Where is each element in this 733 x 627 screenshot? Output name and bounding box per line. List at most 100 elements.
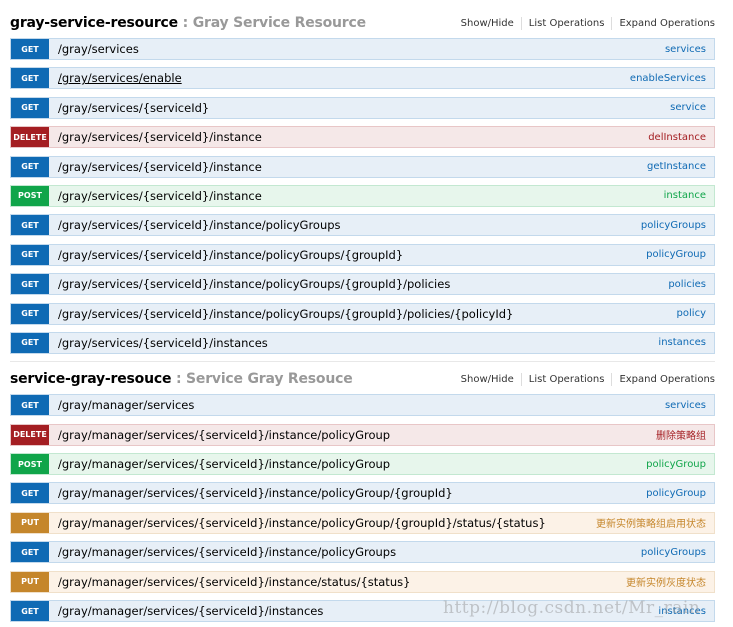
operation-row-get[interactable]: GET/gray/manager/services services <box>10 394 715 417</box>
operation-nickname[interactable]: instances <box>658 333 714 353</box>
http-method-badge[interactable]: POST <box>11 185 49 206</box>
operation-path-text[interactable]: /gray/manager/services/{serviceId}/insta… <box>58 545 396 559</box>
operation-path[interactable]: /gray/services/{serviceId}/instances <box>49 333 658 353</box>
operation-path-text[interactable]: /gray/services/{serviceId}/instance/poli… <box>58 248 403 262</box>
operation-nickname[interactable]: instances <box>658 601 714 621</box>
operation-path[interactable]: /gray/services/{serviceId}/instance <box>49 157 647 177</box>
operation-nickname[interactable]: policyGroup <box>646 454 714 474</box>
operation-row-put[interactable]: PUT/gray/manager/services/{serviceId}/in… <box>10 570 715 593</box>
http-method-badge[interactable]: POST <box>11 454 49 475</box>
operation-path-text[interactable]: /gray/manager/services/{serviceId}/insta… <box>58 486 453 500</box>
operation-row-put[interactable]: PUT/gray/manager/services/{serviceId}/in… <box>10 511 715 534</box>
operation-path-text[interactable]: /gray/services/{serviceId}/instances <box>58 336 268 350</box>
operation-row-get[interactable]: GET/gray/manager/services/{serviceId}/in… <box>10 541 715 564</box>
expand-operations-link[interactable]: Expand Operations <box>612 373 715 386</box>
operation-path-text[interactable]: /gray/services/{serviceId}/instance/poli… <box>58 307 513 321</box>
http-method-badge[interactable]: GET <box>11 97 49 118</box>
operation-row-get[interactable]: GET/gray/services/{serviceId}/instance/p… <box>10 243 715 266</box>
operation-nickname[interactable]: instance <box>664 186 714 206</box>
operation-row-post[interactable]: POST/gray/services/{serviceId}/instance i… <box>10 184 715 207</box>
operation-path[interactable]: /gray/manager/services/{serviceId}/insta… <box>49 454 646 474</box>
http-method-badge[interactable]: GET <box>11 215 49 236</box>
operation-nickname[interactable]: policy <box>677 304 714 324</box>
operation-row-delete[interactable]: DELETE/gray/manager/services/{serviceId}… <box>10 423 715 446</box>
operation-path[interactable]: /gray/manager/services/{serviceId}/insta… <box>49 513 596 533</box>
http-method-badge[interactable]: GET <box>11 601 49 622</box>
operation-nickname[interactable]: 更新实例策略组启用状态 <box>596 513 714 533</box>
operation-nickname[interactable]: getInstance <box>647 157 714 177</box>
http-method-badge[interactable]: GET <box>11 39 49 59</box>
http-method-badge[interactable]: GET <box>11 483 49 504</box>
operation-row-get[interactable]: GET/gray/services/{serviceId}/instance/p… <box>10 273 715 296</box>
operation-path-text[interactable]: /gray/manager/services/{serviceId}/insta… <box>58 575 410 589</box>
http-method-badge[interactable]: GET <box>11 274 49 295</box>
operation-path[interactable]: /gray/services/{serviceId}/instance/poli… <box>49 245 646 265</box>
operation-path[interactable]: /gray/manager/services <box>49 395 665 415</box>
operation-nickname[interactable]: policyGroups <box>641 542 714 562</box>
operation-row-get[interactable]: GET/gray/services/{serviceId}/instance ge… <box>10 155 715 178</box>
operation-nickname[interactable]: policies <box>668 274 714 294</box>
http-method-badge[interactable]: DELETE <box>11 424 49 445</box>
operation-path-text[interactable]: /gray/services/{serviceId}/instance <box>58 130 262 144</box>
operation-nickname[interactable]: services <box>665 39 714 59</box>
operation-path-text[interactable]: /gray/manager/services/{serviceId}/insta… <box>58 428 390 442</box>
operation-nickname[interactable]: delInstance <box>648 127 714 147</box>
http-method-badge[interactable]: PUT <box>11 571 49 592</box>
operation-row-get[interactable]: GET/gray/services/enable enableServices <box>10 67 715 90</box>
http-method-badge[interactable]: GET <box>11 303 49 324</box>
operation-row-get[interactable]: GET/gray/services services <box>10 38 715 60</box>
operation-path[interactable]: /gray/services/{serviceId}/instance/poli… <box>49 304 677 324</box>
operation-path[interactable]: /gray/services/{serviceId}/instance/poli… <box>49 274 668 294</box>
operation-path[interactable]: /gray/services/{serviceId}/instance/poli… <box>49 215 641 235</box>
operation-row-get[interactable]: GET/gray/services/{serviceId} service <box>10 96 715 119</box>
operation-path-text[interactable]: /gray/manager/services/{serviceId}/insta… <box>58 604 323 618</box>
operation-path[interactable]: /gray/manager/services/{serviceId}/insta… <box>49 483 646 503</box>
show-hide-link[interactable]: Show/Hide <box>454 372 522 386</box>
operation-row-get[interactable]: GET/gray/services/{serviceId}/instance/p… <box>10 302 715 325</box>
operation-nickname[interactable]: policyGroup <box>646 245 714 265</box>
operation-path[interactable]: /gray/services <box>49 39 665 59</box>
operation-path[interactable]: /gray/services/{serviceId}/instance <box>49 186 664 206</box>
operation-row-get[interactable]: GET/gray/services/{serviceId}/instances i… <box>10 331 715 354</box>
resource-name-link[interactable]: service-gray-resouce <box>10 371 171 387</box>
list-operations-link[interactable]: List Operations <box>522 372 613 386</box>
operation-path[interactable]: /gray/services/{serviceId} <box>49 98 670 118</box>
operation-path-text[interactable]: /gray/services/{serviceId}/instance <box>58 189 262 203</box>
operation-path[interactable]: /gray/manager/services/{serviceId}/insta… <box>49 572 626 592</box>
operation-nickname[interactable]: 更新实例灰度状态 <box>626 572 714 592</box>
operation-nickname[interactable]: services <box>665 395 714 415</box>
http-method-badge[interactable]: DELETE <box>11 127 49 148</box>
operation-path-text[interactable]: /gray/manager/services/{serviceId}/insta… <box>58 516 546 530</box>
operation-nickname[interactable]: enableServices <box>630 68 714 88</box>
operation-path-text[interactable]: /gray/manager/services <box>58 398 194 412</box>
http-method-badge[interactable]: GET <box>11 244 49 265</box>
operation-nickname[interactable]: 删除策略组 <box>656 425 714 445</box>
operation-row-get[interactable]: GET/gray/manager/services/{serviceId}/in… <box>10 600 715 623</box>
operation-row-get[interactable]: GET/gray/services/{serviceId}/instance/p… <box>10 214 715 237</box>
operation-path-text[interactable]: /gray/services/{serviceId}/instance <box>58 160 262 174</box>
operation-path[interactable]: /gray/manager/services/{serviceId}/insta… <box>49 601 658 621</box>
operation-path-text[interactable]: /gray/services <box>58 42 139 56</box>
show-hide-link[interactable]: Show/Hide <box>454 16 522 30</box>
http-method-badge[interactable]: GET <box>11 542 49 563</box>
operation-path-text[interactable]: /gray/services/{serviceId} <box>58 101 209 115</box>
operation-path[interactable]: /gray/manager/services/{serviceId}/insta… <box>49 542 641 562</box>
operation-nickname[interactable]: policyGroup <box>646 483 714 503</box>
operation-path-text[interactable]: /gray/services/{serviceId}/instance/poli… <box>58 277 450 291</box>
http-method-badge[interactable]: GET <box>11 332 49 353</box>
operation-nickname[interactable]: policyGroups <box>641 215 714 235</box>
operation-path[interactable]: /gray/manager/services/{serviceId}/insta… <box>49 425 656 445</box>
http-method-badge[interactable]: GET <box>11 156 49 177</box>
http-method-badge[interactable]: PUT <box>11 512 49 533</box>
operation-nickname[interactable]: service <box>670 98 714 118</box>
http-method-badge[interactable]: GET <box>11 68 49 89</box>
resource-name-link[interactable]: gray-service-resource <box>10 15 178 31</box>
operation-path-text[interactable]: /gray/manager/services/{serviceId}/insta… <box>58 457 390 471</box>
operation-path[interactable]: /gray/services/{serviceId}/instance <box>49 127 648 147</box>
operation-path-text[interactable]: /gray/services/enable <box>58 71 182 85</box>
operation-row-delete[interactable]: DELETE/gray/services/{serviceId}/instanc… <box>10 126 715 149</box>
http-method-badge[interactable]: GET <box>11 395 49 416</box>
operation-path[interactable]: /gray/services/enable <box>49 68 630 88</box>
operation-path-text[interactable]: /gray/services/{serviceId}/instance/poli… <box>58 218 341 232</box>
expand-operations-link[interactable]: Expand Operations <box>612 17 715 30</box>
